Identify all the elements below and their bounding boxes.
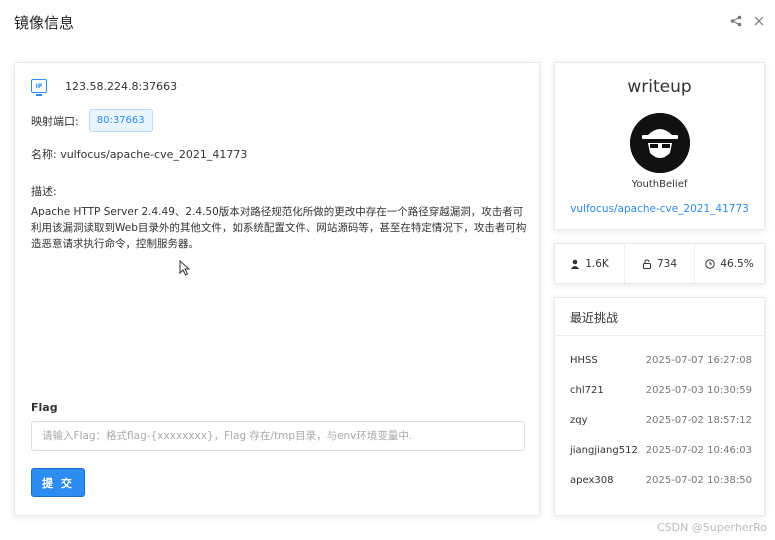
port-row: 映射端口: 80:37663: [31, 109, 153, 132]
dialog-title: 镜像信息: [14, 14, 75, 32]
close-icon[interactable]: [750, 12, 768, 30]
address-text[interactable]: 123.58.224.8:37663: [65, 80, 177, 93]
port-label: 映射端口:: [31, 114, 79, 128]
unlock-icon: [642, 258, 651, 269]
list-item-time: 2025-07-02 10:46:03: [645, 445, 752, 456]
address-row: IP 123.58.224.8:37663: [31, 79, 177, 96]
list-item: zqy 2025-07-02 18:57:12: [570, 415, 752, 426]
watermark: CSDN @SuperherRo: [656, 521, 767, 534]
recent-title: 最近挑战: [555, 298, 764, 336]
image-info-panel: IP 123.58.224.8:37663 映射端口: 80:37663 名称:…: [14, 62, 540, 516]
list-item-time: 2025-07-02 18:57:12: [645, 415, 752, 426]
description-text: Apache HTTP Server 2.4.49、2.4.50版本对路径规范化…: [31, 206, 527, 250]
submit-button[interactable]: 提 交: [31, 468, 85, 497]
writeup-link[interactable]: vulfocus/apache-cve_2021_41773: [555, 203, 764, 215]
list-item-time: 2025-07-02 10:38:50: [645, 475, 752, 486]
stat-rate-value: 46.5%: [720, 257, 754, 270]
recent-challenges-panel: 最近挑战 HHSS 2025-07-07 16:27:08 chl721 202…: [554, 297, 765, 516]
stats-panel: 1.6K 734 46.5%: [554, 243, 765, 284]
port-tag[interactable]: 80:37663: [88, 109, 153, 132]
clock-icon: [705, 258, 716, 269]
list-item-user: apex308: [570, 475, 614, 486]
hacker-avatar-icon: [630, 113, 690, 173]
list-item: jiangjiang512 2025-07-02 10:46:03: [570, 445, 752, 456]
list-item: apex308 2025-07-02 10:38:50: [570, 475, 752, 486]
share-icon[interactable]: [727, 12, 745, 30]
list-item-user: zqy: [570, 415, 588, 426]
list-item-time: 2025-07-03 10:30:59: [645, 385, 752, 396]
list-item-user: jiangjiang512: [570, 445, 638, 456]
mouse-cursor-icon: [179, 260, 191, 276]
flag-input[interactable]: [31, 421, 525, 451]
list-item: HHSS 2025-07-07 16:27:08: [570, 355, 752, 366]
list-item-user: chl721: [570, 385, 604, 396]
writeup-title: writeup: [627, 77, 692, 97]
list-item-time: 2025-07-07 16:27:08: [645, 355, 752, 366]
ip-icon: IP: [31, 79, 47, 96]
avatar: [630, 113, 690, 173]
writeup-author: YouthBelief: [631, 179, 688, 190]
stat-users-value: 1.6K: [585, 257, 609, 270]
stat-solved-value: 734: [656, 257, 678, 270]
image-name: 名称: vulfocus/apache-cve_2021_41773: [31, 148, 248, 161]
description-label: 描述:: [31, 185, 57, 198]
stat-solved: 734: [625, 244, 695, 283]
flag-label: Flag: [31, 401, 58, 414]
stat-rate: 46.5%: [695, 244, 764, 283]
list-item: chl721 2025-07-03 10:30:59: [570, 385, 752, 396]
user-icon: [571, 259, 580, 269]
stat-users: 1.6K: [555, 244, 625, 283]
list-item-user: HHSS: [570, 355, 598, 366]
writeup-panel: writeup YouthBelief vulfocus/apache-cve_…: [554, 62, 765, 230]
dialog-header: 镜像信息: [0, 0, 775, 44]
